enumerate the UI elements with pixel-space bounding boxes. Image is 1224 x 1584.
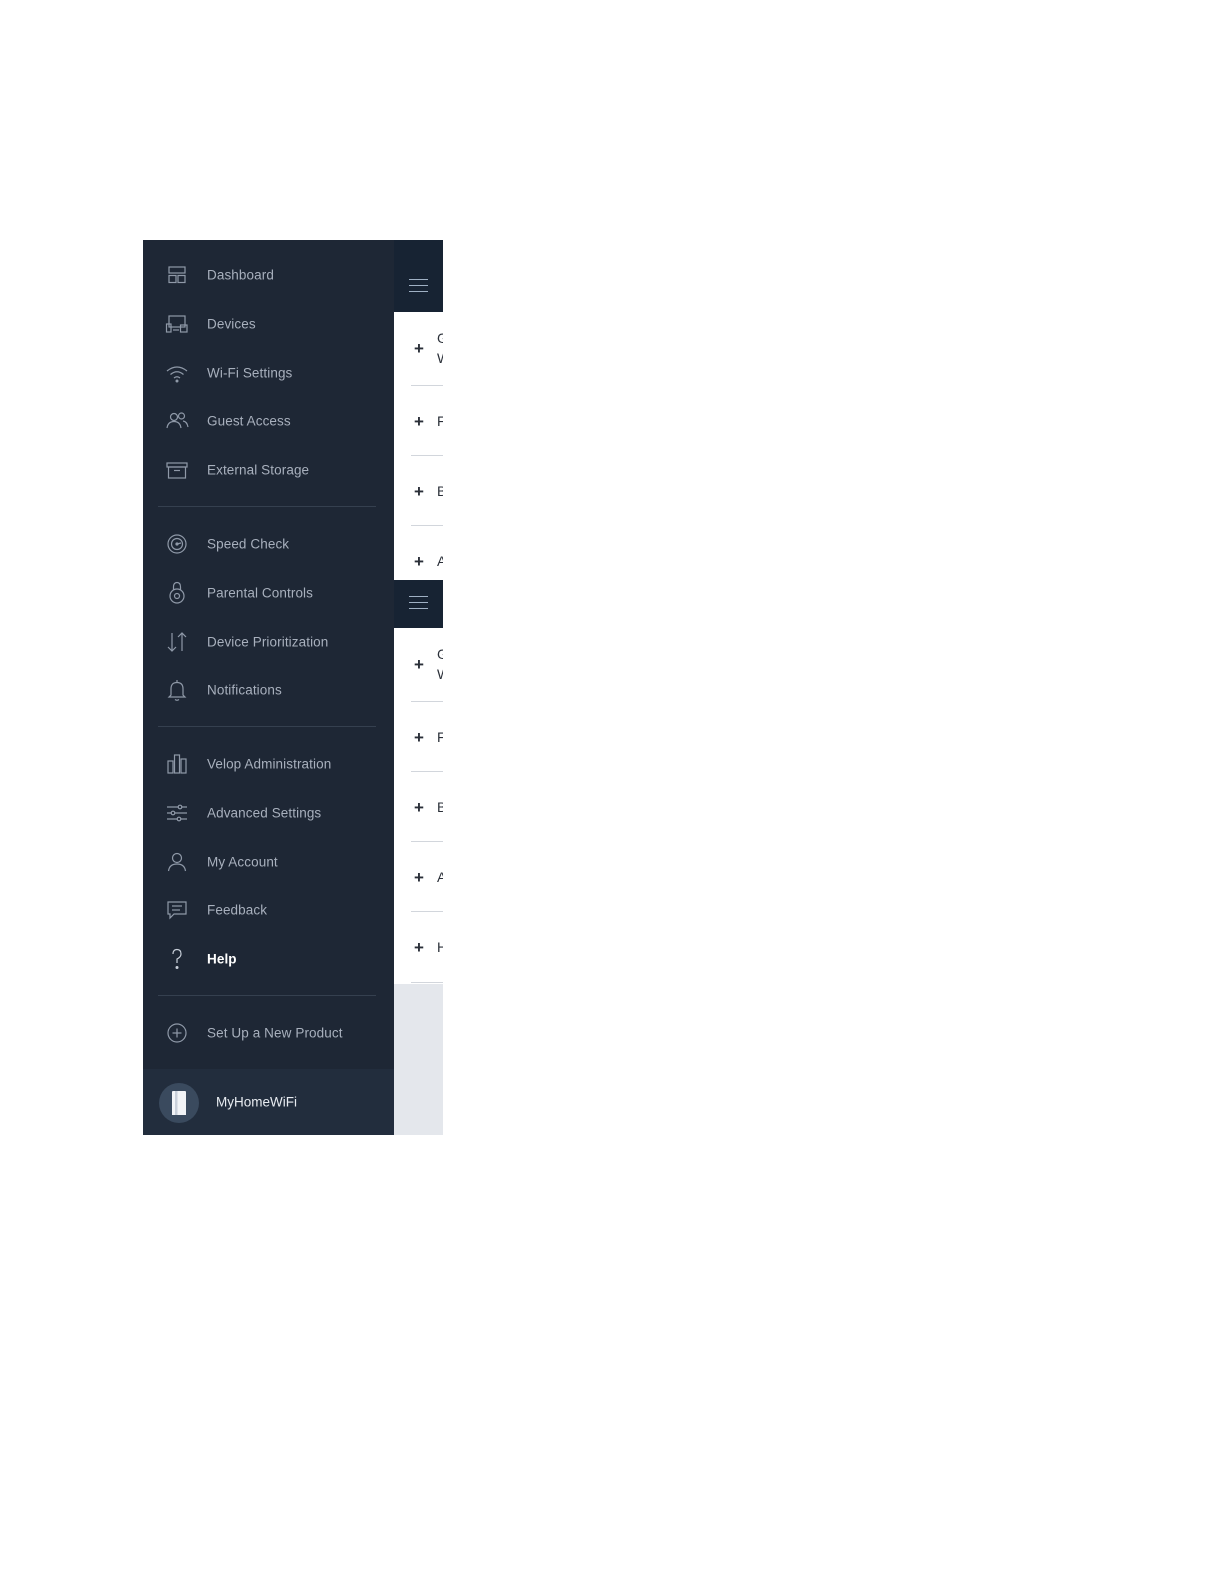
sidebar-item-setup-new-product[interactable]: Set Up a New Product — [143, 1011, 394, 1055]
guest-access-icon — [165, 409, 189, 433]
sidebar-item-help[interactable]: Help — [143, 937, 394, 981]
speed-check-icon — [165, 532, 189, 556]
sidebar-item-label: Advanced Settings — [207, 805, 322, 821]
hamburger-menu-icon[interactable] — [409, 279, 428, 293]
sidebar-menu: Dashboard Devices Wi-Fi Settings Guest A… — [143, 240, 394, 1135]
sidebar-item-label: Parental Controls — [207, 585, 314, 601]
help-topic-row[interactable]: + F — [394, 702, 443, 772]
menu-divider — [158, 995, 376, 996]
sidebar-item-notifications[interactable]: Notifications — [143, 668, 394, 712]
help-topic-title: A — [437, 869, 443, 885]
sidebar-item-label: External Storage — [207, 462, 310, 478]
sidebar-item-label: Devices — [207, 316, 256, 332]
add-product-icon — [165, 1021, 189, 1045]
sidebar-item-label: Dashboard — [207, 267, 274, 283]
expand-icon: + — [414, 482, 424, 501]
top-bar — [394, 580, 443, 628]
help-topic-row[interactable]: + A — [394, 526, 443, 580]
help-topic-row[interactable]: + A — [394, 842, 443, 912]
help-topic-row[interactable]: + B — [394, 772, 443, 842]
expand-icon: + — [414, 339, 424, 358]
app-screen: Dashboard Devices Wi-Fi Settings Guest A… — [143, 240, 443, 1135]
help-topic-title: W — [437, 351, 443, 365]
help-topic-row[interactable]: + H — [394, 912, 443, 984]
feedback-icon — [165, 898, 189, 922]
advanced-settings-icon — [165, 801, 189, 825]
my-account-icon — [165, 850, 189, 874]
expand-icon: + — [414, 868, 424, 887]
menu-divider — [158, 506, 376, 507]
network-account-bar[interactable]: MyHomeWiFi — [143, 1069, 394, 1135]
sidebar-item-velop-administration[interactable]: Velop Administration — [143, 742, 394, 786]
sidebar-item-dashboard[interactable]: Dashboard — [143, 253, 394, 297]
sidebar-item-advanced-settings[interactable]: Advanced Settings — [143, 791, 394, 835]
help-topic-row[interactable]: + G W — [394, 628, 443, 702]
help-topic-title: B — [437, 483, 443, 499]
velop-node-icon — [159, 1083, 199, 1123]
sidebar-item-speed-check[interactable]: Speed Check — [143, 522, 394, 566]
sidebar-item-label: Feedback — [207, 902, 268, 918]
sidebar-item-label: Help — [207, 951, 237, 967]
top-bar — [394, 240, 443, 312]
expand-icon: + — [414, 655, 424, 674]
sidebar-item-device-prioritization[interactable]: Device Prioritization — [143, 620, 394, 664]
help-screen-peek: + G W + F + B + A — [394, 240, 443, 1135]
help-topic-title: H — [437, 939, 443, 955]
sidebar-item-label: Set Up a New Product — [207, 1025, 343, 1041]
help-icon — [165, 947, 189, 971]
sidebar-item-guest-access[interactable]: Guest Access — [143, 399, 394, 443]
help-topic-title: G — [437, 330, 443, 346]
notifications-icon — [165, 678, 189, 702]
help-topics-list: + G W + F + B + A — [394, 312, 443, 580]
sidebar-item-label: Velop Administration — [207, 756, 332, 772]
sidebar-item-label: Guest Access — [207, 413, 291, 429]
sidebar-item-devices[interactable]: Devices — [143, 302, 394, 346]
sidebar-item-label: My Account — [207, 854, 278, 870]
sidebar-item-feedback[interactable]: Feedback — [143, 888, 394, 932]
expand-icon: + — [414, 412, 424, 431]
help-topics-list: + G W + F + B + A + H — [394, 628, 443, 984]
help-topic-row[interactable]: + G W — [394, 312, 443, 386]
sidebar-item-label: Notifications — [207, 682, 282, 698]
expand-icon: + — [414, 798, 424, 817]
help-topic-title: A — [437, 553, 443, 569]
sidebar-item-label: Device Prioritization — [207, 634, 329, 650]
external-storage-icon — [165, 458, 189, 482]
sidebar-item-external-storage[interactable]: External Storage — [143, 448, 394, 492]
dashboard-icon — [165, 263, 189, 287]
velop-administration-icon — [165, 752, 189, 776]
help-topic-title: G — [437, 646, 443, 662]
row-divider — [411, 982, 443, 983]
help-topic-title: F — [437, 729, 443, 745]
expand-icon: + — [414, 938, 424, 957]
expand-icon: + — [414, 728, 424, 747]
sidebar-item-my-account[interactable]: My Account — [143, 840, 394, 884]
sidebar-item-parental-controls[interactable]: Parental Controls — [143, 571, 394, 615]
hamburger-menu-icon[interactable] — [409, 596, 428, 610]
menu-divider — [158, 726, 376, 727]
sidebar-item-label: Wi-Fi Settings — [207, 365, 293, 381]
parental-controls-icon — [165, 581, 189, 605]
network-name: MyHomeWiFi — [216, 1094, 297, 1110]
help-topic-title: B — [437, 799, 443, 815]
expand-icon: + — [414, 552, 424, 571]
sidebar-item-label: Speed Check — [207, 536, 290, 552]
help-topic-title: F — [437, 413, 443, 429]
devices-icon — [165, 312, 189, 336]
sidebar-item-wifi-settings[interactable]: Wi-Fi Settings — [143, 351, 394, 395]
help-topic-row[interactable]: + F — [394, 386, 443, 456]
help-topic-title: W — [437, 667, 443, 681]
help-topic-row[interactable]: + B — [394, 456, 443, 526]
wifi-icon — [165, 361, 189, 385]
device-prioritization-icon — [165, 630, 189, 654]
